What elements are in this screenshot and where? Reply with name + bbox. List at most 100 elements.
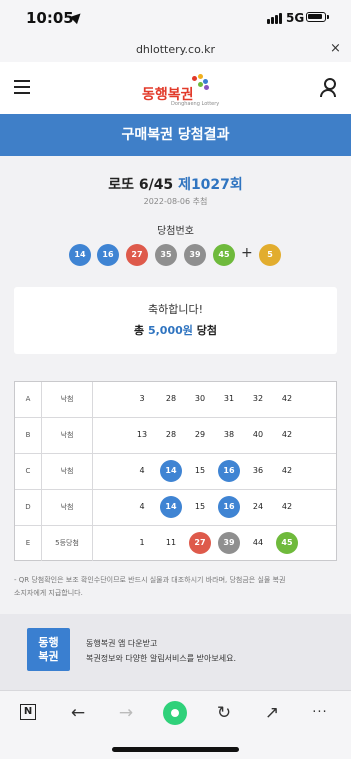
home-icon[interactable] bbox=[163, 701, 187, 725]
winning-number-ball: 14 bbox=[69, 244, 91, 266]
browser-toolbar: N ← → ↻ ↗ ··· bbox=[0, 690, 351, 759]
share-icon[interactable]: ↗ bbox=[260, 701, 284, 725]
ticket-result: 낙첨 bbox=[42, 454, 93, 489]
ticket-row: A 낙첨 3 28 30 31 32 42 bbox=[15, 382, 336, 418]
draw-round: 제1027회 bbox=[178, 177, 243, 193]
matched-number-ball: 14 bbox=[160, 496, 182, 518]
ticket-number: 4 bbox=[139, 502, 145, 511]
reload-icon[interactable]: ↻ bbox=[212, 701, 236, 725]
url-text[interactable]: dhlottery.co.kr bbox=[0, 43, 351, 56]
winning-number-ball: 27 bbox=[126, 244, 148, 266]
naver-icon[interactable]: N bbox=[20, 704, 36, 720]
winning-number-ball: 16 bbox=[97, 244, 119, 266]
notice-line: - QR 당첨확인은 보조 확인수단이므로 반드시 실물과 대조하시기 바라며,… bbox=[14, 576, 286, 584]
ticket-number: 44 bbox=[252, 538, 264, 547]
ticket-result: 낙첨 bbox=[42, 382, 93, 417]
app-logo[interactable]: 동행 복권 bbox=[27, 628, 70, 671]
ticket-label: B bbox=[15, 418, 42, 453]
game-name: 로또 6/45 bbox=[108, 177, 174, 193]
address-bar[interactable]: dhlottery.co.kr × bbox=[0, 36, 351, 62]
ticket-number: 32 bbox=[252, 394, 264, 403]
matched-number-ball: 14 bbox=[160, 460, 182, 482]
matched-number-ball: 27 bbox=[189, 532, 211, 554]
ticket-number: 38 bbox=[223, 430, 235, 439]
status-bar: 10:05 5G bbox=[0, 0, 351, 36]
matched-number-ball: 45 bbox=[276, 532, 298, 554]
signal-bar-icon bbox=[279, 13, 282, 24]
battery-tip bbox=[327, 15, 329, 19]
app-logo-line: 복권 bbox=[38, 650, 59, 663]
clock: 10:05 bbox=[26, 9, 74, 27]
ticket-label: C bbox=[15, 454, 42, 489]
ticket-number: 24 bbox=[252, 502, 264, 511]
prize-suffix: 당첨 bbox=[196, 324, 217, 337]
prize-text: 총 5,000원 당첨 bbox=[14, 322, 337, 338]
ticket-number: 28 bbox=[165, 394, 177, 403]
ticket-number: 42 bbox=[281, 502, 293, 511]
logo-dot-yellow bbox=[198, 74, 203, 79]
congrats-text: 축하합니다! bbox=[147, 303, 203, 316]
ticket-label: A bbox=[15, 382, 42, 417]
ticket-label: E bbox=[15, 526, 42, 561]
main-content: 로또 6/45 제1027회 2022-08-06 추첨 당첨번호 14 16 27… bbox=[0, 156, 351, 614]
matched-number-ball: 39 bbox=[218, 532, 240, 554]
ticket-result: 낙첨 bbox=[42, 418, 93, 453]
site-header: 동행복권 Donghaeng Lottery bbox=[0, 62, 351, 114]
battery-icon bbox=[306, 12, 326, 22]
ticket-number: 36 bbox=[252, 466, 264, 475]
site-logo[interactable]: 동행복권 Donghaeng Lottery bbox=[142, 74, 219, 108]
matched-number-ball: 16 bbox=[218, 460, 240, 482]
logo-dot-red bbox=[192, 76, 197, 81]
logo-dot-purple bbox=[204, 85, 209, 90]
bonus-plus-sign: + bbox=[241, 245, 253, 261]
user-icon[interactable] bbox=[320, 78, 338, 98]
ticket-row: B 낙첨 13 28 29 38 40 42 bbox=[15, 418, 336, 454]
draw-date: 2022-08-06 추첨 bbox=[143, 197, 208, 206]
draw-title: 로또 6/45 제1027회 bbox=[0, 174, 351, 194]
ticket-number: 4 bbox=[139, 466, 145, 475]
back-icon[interactable]: ← bbox=[66, 701, 90, 725]
ticket-number: 42 bbox=[281, 394, 293, 403]
ticket-results-table: A 낙첨 3 28 30 31 32 42 B 낙첨 13 28 29 38 40 42 C 낙첨 4 14 15 16 3… bbox=[14, 381, 337, 561]
matched-number-ball: 16 bbox=[218, 496, 240, 518]
promo-line-1: 동행복권 앱 다운받고 bbox=[86, 639, 158, 648]
ticket-number: 13 bbox=[136, 430, 148, 439]
ticket-row: C 낙첨 4 14 15 16 36 42 bbox=[15, 454, 336, 490]
network-type: 5G bbox=[286, 11, 305, 25]
bonus-number-ball: 5 bbox=[259, 244, 281, 266]
logo-subtext: Donghaeng Lottery bbox=[171, 101, 220, 107]
prize-prefix: 총 bbox=[134, 324, 145, 337]
home-indicator bbox=[112, 747, 239, 752]
signal-bar-icon bbox=[271, 17, 274, 24]
ticket-number: 11 bbox=[165, 538, 177, 547]
winning-number-ball: 39 bbox=[184, 244, 206, 266]
app-promo-banner[interactable]: 동행 복권 동행복권 앱 다운받고 복권정보와 다양한 알림서비스를 받아보세요… bbox=[0, 614, 351, 690]
promo-line-2: 복권정보와 다양한 알림서비스를 받아보세요. bbox=[86, 654, 237, 663]
ticket-label: D bbox=[15, 490, 42, 525]
menu-icon[interactable] bbox=[14, 80, 30, 94]
ticket-number: 15 bbox=[194, 466, 206, 475]
notice-text: - QR 당첨확인은 보조 확인수단이므로 반드시 실물과 대조하시기 바라며,… bbox=[14, 574, 339, 600]
result-card: 축하합니다! 총 5,000원 당첨 bbox=[14, 287, 337, 354]
forward-icon[interactable]: → bbox=[114, 701, 138, 725]
ticket-result: 5등당첨 bbox=[42, 526, 93, 561]
signal-bar-icon bbox=[267, 19, 270, 24]
ticket-number: 40 bbox=[252, 430, 264, 439]
prize-amount: 5,000원 bbox=[147, 324, 193, 337]
ticket-number: 28 bbox=[165, 430, 177, 439]
more-icon[interactable]: ··· bbox=[308, 701, 332, 725]
ticket-number: 42 bbox=[281, 430, 293, 439]
logo-dot-blue bbox=[203, 79, 208, 84]
winning-number-ball: 45 bbox=[213, 244, 235, 266]
winning-numbers-title: 당첨번호 bbox=[157, 226, 194, 237]
winning-number-ball: 35 bbox=[155, 244, 177, 266]
signal-bar-icon bbox=[275, 15, 278, 24]
ticket-number: 31 bbox=[223, 394, 235, 403]
ticket-number: 15 bbox=[194, 502, 206, 511]
ticket-result: 낙첨 bbox=[42, 490, 93, 525]
notice-line: 소지자에게 지급합니다. bbox=[14, 589, 83, 597]
ticket-number: 30 bbox=[194, 394, 206, 403]
page-title-banner: 구매복권 당첨결과 bbox=[0, 114, 351, 156]
ticket-number: 3 bbox=[139, 394, 145, 403]
close-icon[interactable]: × bbox=[330, 41, 341, 56]
